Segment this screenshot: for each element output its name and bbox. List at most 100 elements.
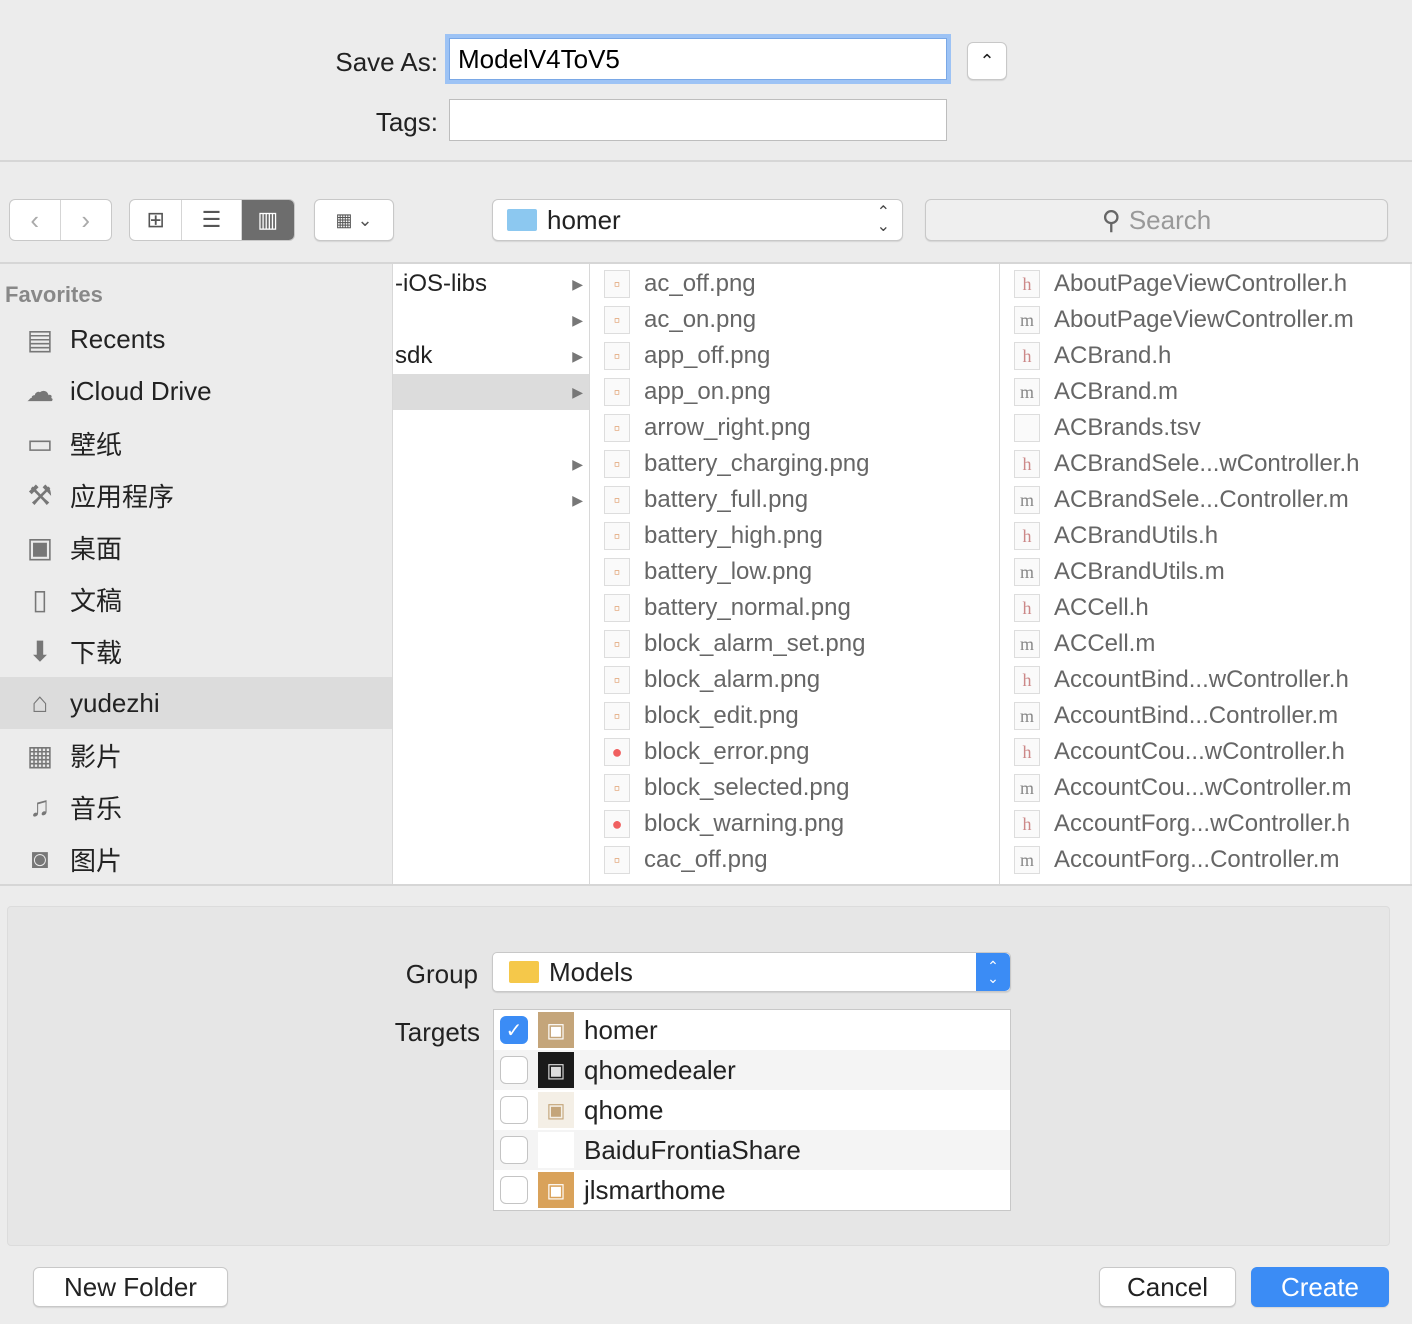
target-checkbox[interactable] xyxy=(500,1176,528,1204)
file-row[interactable]: h AccountForg...wController.h xyxy=(1000,806,1410,842)
folder-row[interactable] xyxy=(393,410,589,446)
file-row[interactable]: ● block_error.png xyxy=(590,734,999,770)
file-row[interactable]: m AccountForg...Controller.m xyxy=(1000,842,1410,878)
file-row[interactable]: ▫ block_alarm.png xyxy=(590,662,999,698)
file-row[interactable]: m AccountCou...wController.m xyxy=(1000,770,1410,806)
target-app-icon: 🏛 xyxy=(538,1132,574,1168)
h-file-icon: h xyxy=(1014,342,1040,370)
target-checkbox[interactable] xyxy=(500,1136,528,1164)
file-row[interactable]: ▫ block_edit.png xyxy=(590,698,999,734)
file-row[interactable]: ▫ ac_off.png xyxy=(590,266,999,302)
file-row[interactable]: ▫ battery_normal.png xyxy=(590,590,999,626)
file-name: cac_off.png xyxy=(644,846,768,873)
sidebar-item[interactable]: ▦ 影片 xyxy=(0,729,392,781)
new-folder-button[interactable]: New Folder xyxy=(33,1267,228,1307)
back-button[interactable]: ‹ xyxy=(10,200,61,240)
folder-row[interactable]: ▶ xyxy=(393,482,589,518)
file-name: arrow_right.png xyxy=(644,414,811,441)
file-row[interactable]: ▫ battery_high.png xyxy=(590,518,999,554)
file-row[interactable]: ▫ block_selected.png xyxy=(590,770,999,806)
column-3: h AboutPageViewController.h m AboutPageView… xyxy=(999,264,1410,884)
tags-input[interactable] xyxy=(449,99,947,141)
file-row[interactable]: h AccountBind...wController.h xyxy=(1000,662,1410,698)
file-row[interactable]: ● block_warning.png xyxy=(590,806,999,842)
expand-collapse-button[interactable]: ⌃ xyxy=(967,42,1007,80)
create-button[interactable]: Create xyxy=(1251,1267,1389,1307)
file-row[interactable]: m ACBrandSele...Controller.m xyxy=(1000,482,1410,518)
file-row[interactable]: h AboutPageViewController.h xyxy=(1000,266,1410,302)
file-row[interactable]: m ACBrandUtils.m xyxy=(1000,554,1410,590)
file-name: AccountForg...Controller.m xyxy=(1054,846,1340,873)
image-file-icon: ▫ xyxy=(604,450,630,478)
column-view-button[interactable]: ▥ xyxy=(241,200,294,240)
file-name: battery_charging.png xyxy=(644,450,870,477)
sidebar-item[interactable]: ⬇ 下载 xyxy=(0,625,392,677)
file-row[interactable]: h ACBrand.h xyxy=(1000,338,1410,374)
file-row[interactable]: ▫ block_alarm_set.png xyxy=(590,626,999,662)
file-row[interactable]: ▫ battery_low.png xyxy=(590,554,999,590)
file-row[interactable]: ▫ app_on.png xyxy=(590,374,999,410)
folder-row[interactable]: -iOS-libs ▶ xyxy=(393,266,589,302)
cancel-button[interactable]: Cancel xyxy=(1099,1267,1236,1307)
arrange-button[interactable]: ▦ ⌄ xyxy=(314,199,394,241)
group-popup[interactable]: Models ⌃ ⌄ xyxy=(492,952,1011,992)
m-file-icon: m xyxy=(1014,378,1040,406)
target-row[interactable]: ▣ qhomedealer xyxy=(494,1050,1010,1090)
folder-row[interactable]: sdk ▶ xyxy=(393,338,589,374)
favorites-heading: Favorites xyxy=(5,282,103,307)
image-file-icon: ▫ xyxy=(604,774,630,802)
file-row[interactable]: ▫ ac_on.png xyxy=(590,302,999,338)
search-icon: ⚲ xyxy=(1101,204,1121,235)
target-row[interactable]: 🏛 BaiduFrontiaShare xyxy=(494,1130,1010,1170)
list-view-button[interactable]: ☰ xyxy=(182,200,242,240)
icon-view-button[interactable]: ⊞ xyxy=(130,200,183,240)
target-row[interactable]: ▣ qhome xyxy=(494,1090,1010,1130)
group-label: Group xyxy=(405,959,478,989)
file-row[interactable]: ▫ battery_charging.png xyxy=(590,446,999,482)
target-row[interactable]: ▣ jlsmarthome xyxy=(494,1170,1010,1210)
target-app-icon: ▣ xyxy=(538,1012,574,1048)
file-name: AccountForg...wController.h xyxy=(1054,810,1351,837)
save-as-input[interactable] xyxy=(449,38,947,80)
file-row[interactable]: m AccountBind...Controller.m xyxy=(1000,698,1410,734)
sidebar-item[interactable]: ⌂ yudezhi xyxy=(0,677,392,729)
sidebar-item[interactable]: ◙ 图片 xyxy=(0,833,392,885)
image-file-icon: ▫ xyxy=(604,522,630,550)
file-row[interactable]: h AccountCou...wController.h xyxy=(1000,734,1410,770)
sidebar-item-label: 应用程序 xyxy=(70,481,175,512)
file-row[interactable]: m AboutPageViewController.m xyxy=(1000,302,1410,338)
disclosure-arrow-icon: ▶ xyxy=(572,347,583,364)
sidebar-item[interactable]: ☁ iCloud Drive xyxy=(0,365,392,417)
folder-row[interactable]: ▶ xyxy=(393,302,589,338)
sidebar-item[interactable]: ♫ 音乐 xyxy=(0,781,392,833)
file-row[interactable]: ▫ app_off.png xyxy=(590,338,999,374)
sidebar-item[interactable]: ▣ 桌面 xyxy=(0,521,392,573)
forward-button[interactable]: › xyxy=(61,200,112,240)
column-1: -iOS-libs ▶ ▶ sdk ▶ ▶ ▶ ▶ xyxy=(392,264,589,884)
file-row[interactable]: m ACCell.m xyxy=(1000,626,1410,662)
folder-row[interactable]: ▶ xyxy=(393,374,589,410)
sidebar-item[interactable]: ▯ 文稿 xyxy=(0,573,392,625)
file-row[interactable]: ACBrands.tsv xyxy=(1000,410,1410,446)
target-checkbox[interactable] xyxy=(500,1096,528,1124)
file-name: AboutPageViewController.m xyxy=(1054,306,1354,333)
file-row[interactable]: ▫ cac_off.png xyxy=(590,842,999,878)
search-field[interactable]: ⚲ Search xyxy=(925,199,1388,241)
file-row[interactable]: h ACBrandUtils.h xyxy=(1000,518,1410,554)
target-checkbox[interactable]: ✓ xyxy=(500,1016,528,1044)
sidebar-item-label: 文稿 xyxy=(70,585,123,616)
location-label: homer xyxy=(547,204,621,235)
file-row[interactable]: ▫ battery_full.png xyxy=(590,482,999,518)
sidebar-item[interactable]: ⚒ 应用程序 xyxy=(0,469,392,521)
file-row[interactable]: ▫ arrow_right.png xyxy=(590,410,999,446)
sidebar-item[interactable]: ▭ 壁纸 xyxy=(0,417,392,469)
file-row[interactable]: h ACBrandSele...wController.h xyxy=(1000,446,1410,482)
file-row[interactable]: h ACCell.h xyxy=(1000,590,1410,626)
target-row[interactable]: ✓ ▣ homer xyxy=(494,1010,1010,1050)
h-file-icon: h xyxy=(1014,594,1040,622)
target-checkbox[interactable] xyxy=(500,1056,528,1084)
location-popup[interactable]: homer ⌃ ⌄ xyxy=(492,199,903,241)
file-row[interactable]: m ACBrand.m xyxy=(1000,374,1410,410)
folder-row[interactable]: ▶ xyxy=(393,446,589,482)
sidebar-item[interactable]: ▤ Recents xyxy=(0,313,392,365)
